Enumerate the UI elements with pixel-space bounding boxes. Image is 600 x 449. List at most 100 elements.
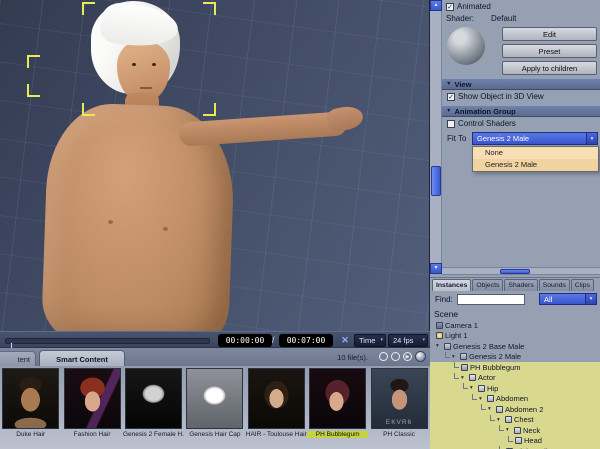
filter-dropdown[interactable]: All ▾ <box>539 293 597 305</box>
dropdown-option-genesis2male[interactable]: Genesis 2 Male <box>473 159 598 171</box>
close-icon[interactable]: ✕ <box>338 334 352 347</box>
thumbnail-toulouse-hair[interactable] <box>247 368 305 429</box>
animation-group-header[interactable]: ▼ Animation Group <box>442 105 600 117</box>
view-section-header[interactable]: ▼ View <box>442 78 600 90</box>
fit-to-open-dropdown: None Genesis 2 Male <box>472 146 599 172</box>
animated-label: Animated <box>457 2 491 11</box>
thumbnail-duke-hair[interactable] <box>2 368 60 429</box>
find-label: Find: <box>435 295 453 304</box>
tree-item-ph-bubblegum[interactable]: PH Bubblegum <box>430 362 600 373</box>
3d-viewport[interactable] <box>0 0 430 331</box>
page-dot-icon[interactable] <box>379 352 388 361</box>
scroll-down-icon[interactable]: ▼ <box>430 263 442 274</box>
content-item[interactable]: EKVR6 PH Classic <box>368 366 429 449</box>
tab-objects[interactable]: Objects <box>472 279 504 291</box>
scrollbar-thumb[interactable] <box>431 166 441 196</box>
timeline-scrubber[interactable] <box>5 338 210 353</box>
filter-value: All <box>544 294 553 304</box>
content-item[interactable]: Genesis Hair Cap <box>184 366 245 449</box>
tree-item-genesis2-male[interactable]: ▾ Genesis 2 Male <box>430 351 600 363</box>
tree-connector <box>463 383 468 390</box>
content-item[interactable]: Duke Hair <box>0 366 61 449</box>
find-input[interactable] <box>457 294 525 305</box>
tab-instances[interactable]: Instances <box>432 279 472 291</box>
thumbnail-ph-bubblegum[interactable] <box>309 368 367 429</box>
tree-label: Abdomen <box>496 394 529 404</box>
checkbox-checked[interactable]: ✓ <box>447 92 455 101</box>
apply-to-children-button[interactable]: Apply to children <box>502 61 597 75</box>
tree-item-neck[interactable]: ▾ Neck <box>430 425 600 436</box>
checkbox-unchecked[interactable] <box>447 119 455 128</box>
tree-connector <box>454 372 459 379</box>
content-item-selected[interactable]: PH Bubblegum <box>306 366 369 449</box>
shader-row: Shader: Default <box>446 14 516 23</box>
selection-bracket <box>82 2 216 116</box>
tree-item-abdomen2[interactable]: ▾ Abdomen 2 <box>430 404 600 415</box>
expander-icon[interactable]: ▾ <box>488 406 494 412</box>
fps-dropdown[interactable]: 24 fps ▾ <box>388 334 428 347</box>
content-item[interactable]: Fashion Hair <box>61 366 122 449</box>
animated-checkbox-row[interactable]: ✓ Animated <box>446 2 491 11</box>
tree-item-chest[interactable]: ▾ Chest <box>430 414 600 425</box>
control-shaders-label: Control Shaders <box>458 119 516 128</box>
tab-content[interactable]: tent <box>0 351 36 366</box>
expander-icon[interactable]: ▾ <box>452 354 458 360</box>
expander-icon[interactable]: ▾ <box>497 417 503 423</box>
scrollbar-thumb[interactable] <box>500 269 530 274</box>
thumbnail-genesis2-female-hair[interactable] <box>124 368 182 429</box>
chevron-down-icon[interactable]: ▾ <box>586 133 597 144</box>
bracket-corner <box>27 84 40 97</box>
expander-icon[interactable]: ▾ <box>436 343 442 349</box>
tree-label: Light 1 <box>445 331 468 341</box>
tree-item-camera[interactable]: Camera 1 <box>430 320 600 331</box>
tab-clips[interactable]: Clips <box>570 279 594 291</box>
time-mode-dropdown[interactable]: Time ▾ <box>354 334 386 347</box>
tab-shaders[interactable]: Shaders <box>504 279 538 291</box>
next-page-icon[interactable]: ▶ <box>403 352 412 361</box>
show-object-row[interactable]: ✓ Show Object in 3D View <box>447 92 544 101</box>
tree-item-head[interactable]: Head <box>430 435 600 446</box>
tree-item-actor[interactable]: ▾ Actor <box>430 372 600 383</box>
tree-item-hip[interactable]: ▾ Hip <box>430 383 600 394</box>
expander-icon[interactable]: ▾ <box>470 385 476 391</box>
content-browser: Duke Hair Fashion Hair Genesis 2 Female … <box>0 366 430 449</box>
tree-item-light[interactable]: Light 1 <box>430 331 600 342</box>
current-time-field[interactable]: 00:00:00 <box>218 334 272 347</box>
thumbnail-fashion-hair[interactable] <box>63 368 121 429</box>
content-item[interactable]: Genesis 2 Female H. <box>123 366 184 449</box>
right-panel: ▲ ▼ ✓ Animated Shader: Default Edit Pres… <box>430 0 600 449</box>
collapse-icon: ▼ <box>446 81 452 87</box>
content-item[interactable]: HAIR - Toulouse Hair <box>246 366 307 449</box>
page-dot-icon[interactable] <box>391 352 400 361</box>
tree-item-genesis2-base-male[interactable]: ▾ Genesis 2 Base Male <box>430 341 600 352</box>
tab-sounds[interactable]: Sounds <box>538 279 570 291</box>
preset-button[interactable]: Preset <box>502 44 597 58</box>
light-icon <box>436 332 443 340</box>
animation-group-label: Animation Group <box>454 106 516 116</box>
sphere-icon[interactable] <box>415 351 426 362</box>
edit-button[interactable]: Edit <box>502 27 597 41</box>
end-time-field[interactable]: 00:07:00 <box>279 334 333 347</box>
bone-icon <box>505 416 512 424</box>
checkbox-checked[interactable]: ✓ <box>446 2 454 11</box>
show-object-label: Show Object in 3D View <box>458 92 544 101</box>
control-shaders-row[interactable]: Control Shaders <box>447 119 516 128</box>
pager-controls: ▶ <box>379 351 426 362</box>
dropdown-option-none[interactable]: None <box>473 147 598 159</box>
tree-item-abdomen[interactable]: ▾ Abdomen <box>430 393 600 404</box>
expander-icon[interactable]: ▾ <box>461 375 467 381</box>
scroll-up-icon[interactable]: ▲ <box>430 0 442 11</box>
expander-icon[interactable]: ▾ <box>479 396 485 402</box>
horizontal-scrollbar[interactable] <box>442 267 600 275</box>
fit-to-dropdown[interactable]: Genesis 2 Male ▾ <box>472 132 598 145</box>
fit-to-value: Genesis 2 Male <box>477 134 530 143</box>
shader-label: Shader: <box>446 14 475 23</box>
vertical-scrollbar[interactable]: ▲ ▼ <box>430 0 442 274</box>
thumbnail-genesis-hair-cap[interactable] <box>186 368 244 429</box>
bone-icon <box>515 437 522 445</box>
expander-icon[interactable]: ▾ <box>506 427 512 433</box>
thumbnail-ph-classic[interactable]: EKVR6 <box>370 368 428 429</box>
thumbnail-label: Genesis Hair Cap <box>189 431 241 438</box>
tab-smart-content[interactable]: Smart Content <box>39 350 125 366</box>
chevron-down-icon[interactable]: ▾ <box>585 294 596 304</box>
